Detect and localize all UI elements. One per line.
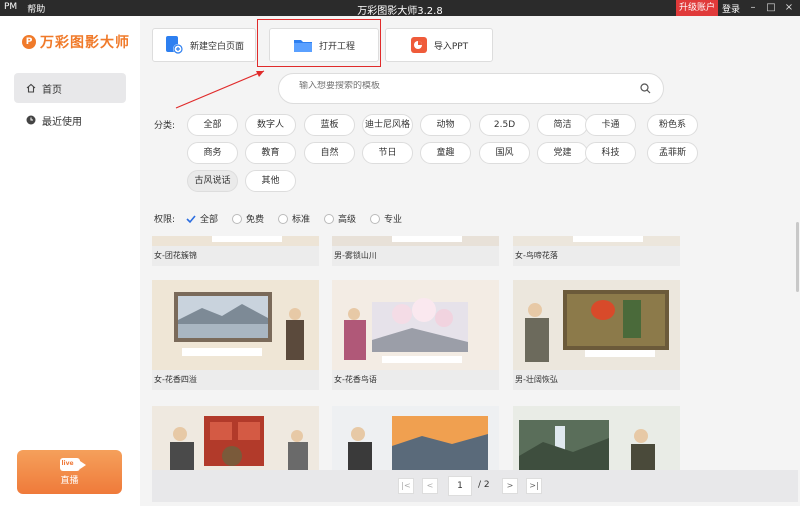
radio-circle (278, 213, 288, 224)
template-card[interactable]: 女-花香鸟语 (332, 280, 499, 390)
radio-circle (324, 213, 334, 224)
tag-animal[interactable]: 动物 (420, 114, 471, 136)
sidebar-item-recent[interactable]: 最近使用 (14, 105, 126, 135)
radio-circle (232, 213, 242, 224)
radio-standard[interactable]: 标准 (278, 212, 310, 225)
next-page-button[interactable]: > (502, 478, 518, 494)
home-icon (26, 83, 36, 93)
radio-label: 全部 (200, 215, 219, 225)
tag-party-building[interactable]: 党建 (537, 142, 588, 164)
logo-text: 万彩图影大师 (40, 35, 130, 51)
tag-simple[interactable]: 简洁 (537, 114, 588, 136)
sidebar-item-home[interactable]: 首页 (14, 73, 126, 103)
tag-festival[interactable]: 节日 (362, 142, 413, 164)
live-label: 直播 (60, 476, 79, 486)
sidebar-item-label: 首页 (42, 84, 62, 96)
scrollbar-thumb[interactable] (796, 222, 799, 292)
clock-icon (26, 115, 36, 125)
import-ppt-label: 导入PPT (433, 41, 469, 52)
tag-cartoon[interactable]: 卡通 (585, 114, 636, 136)
template-card[interactable]: 男-雾锁山川 (332, 236, 499, 266)
radio-free[interactable]: 免费 (232, 212, 264, 225)
prev-page-button[interactable]: < (422, 478, 438, 494)
maximize-button[interactable]: □ (762, 0, 780, 16)
highlight-box (257, 19, 381, 67)
template-title: 男-壮阔恢弘 (513, 370, 680, 390)
tag-childlike[interactable]: 童趣 (420, 142, 471, 164)
tag-digital-human[interactable]: 数字人 (245, 114, 296, 136)
title-bar: PM 帮助 万彩图影大师3.2.8 升级账户 登录 – □ × (0, 0, 800, 17)
tag-pink[interactable]: 粉色系 (647, 114, 698, 136)
template-title: 女-鸟啼花落 (513, 246, 680, 266)
radio-all[interactable]: 全部 (186, 212, 218, 225)
template-thumbnail (332, 236, 499, 246)
login-button[interactable]: 登录 (722, 2, 740, 15)
template-thumbnail (513, 280, 680, 370)
logo-mark: P (22, 35, 36, 49)
camera-icon: live (59, 458, 86, 471)
tag-technology[interactable]: 科技 (585, 142, 636, 164)
import-ppt-button[interactable]: 导入PPT (385, 28, 493, 62)
new-page-icon (165, 36, 183, 54)
search-icon[interactable] (640, 83, 651, 94)
live-stream-button[interactable]: live 直播 (17, 450, 122, 494)
new-blank-page-button[interactable]: 新建空白页面 (152, 28, 256, 62)
template-thumbnail (513, 236, 680, 246)
template-card[interactable]: 男-壮阔恢弘 (513, 280, 680, 390)
minimize-button[interactable]: – (744, 0, 762, 16)
template-title: 女-团花簇锦 (152, 246, 319, 266)
tag-memphis[interactable]: 孟菲斯 (647, 142, 698, 164)
annotation-arrow (175, 70, 265, 109)
last-page-button[interactable]: >| (526, 478, 542, 494)
total-pages: / 2 (478, 480, 490, 490)
tag-nature[interactable]: 自然 (304, 142, 355, 164)
first-page-button[interactable]: |< (398, 478, 414, 494)
ppt-icon (410, 37, 427, 53)
app-logo: P 万彩图影大师 (22, 32, 130, 52)
radio-professional[interactable]: 专业 (370, 212, 402, 225)
template-title: 男-雾锁山川 (332, 246, 499, 266)
current-page-input[interactable]: 1 (448, 476, 472, 496)
template-title: 女-花香鸟语 (332, 370, 499, 390)
template-thumbnail (152, 280, 319, 370)
tag-disney-style[interactable]: 迪士尼风格 (362, 114, 413, 136)
radio-label: 专业 (384, 215, 403, 225)
upgrade-account-button[interactable]: 升级账户 (676, 0, 718, 16)
radio-label: 标准 (292, 215, 311, 225)
search-input[interactable] (299, 81, 619, 91)
template-grid: 女-团花簇锦 男-雾锁山川 女-鸟啼花落 女-花香四溢 女-花香鸟语 男-壮阔恢… (152, 236, 682, 486)
tag-other[interactable]: 其他 (245, 170, 296, 192)
tag-chinese-style[interactable]: 国风 (479, 142, 530, 164)
tag-blue-board[interactable]: 蓝板 (304, 114, 355, 136)
permission-label: 权限: (154, 215, 176, 225)
radio-circle (370, 213, 380, 224)
live-badge: live (61, 460, 74, 467)
category-label: 分类: (154, 121, 176, 131)
template-card[interactable]: 女-鸟啼花落 (513, 236, 680, 266)
tag-education[interactable]: 教育 (245, 142, 296, 164)
search-bar[interactable] (278, 73, 664, 104)
sidebar-item-label: 最近使用 (42, 116, 82, 128)
sidebar: P 万彩图影大师 首页 最近使用 live 直播 (0, 16, 140, 506)
radio-premium[interactable]: 高级 (324, 212, 356, 225)
checkmark-icon (186, 214, 196, 223)
pagination: |< < 1 / 2 > >| (152, 470, 798, 502)
radio-label: 免费 (246, 215, 265, 225)
new-blank-label: 新建空白页面 (189, 41, 244, 52)
close-button[interactable]: × (780, 0, 798, 16)
template-title: 女-花香四溢 (152, 370, 319, 390)
tag-2-5d[interactable]: 2.5D (479, 114, 530, 136)
template-card[interactable]: 女-团花簇锦 (152, 236, 319, 266)
template-card[interactable]: 女-花香四溢 (152, 280, 319, 390)
template-thumbnail (332, 280, 499, 370)
radio-label: 高级 (338, 215, 357, 225)
tag-all[interactable]: 全部 (187, 114, 238, 136)
template-thumbnail (152, 236, 319, 246)
tag-business[interactable]: 商务 (187, 142, 238, 164)
tag-ancient-speech[interactable]: 古风说话 (187, 170, 238, 192)
main-content: 新建空白页面 打开工程 导入PPT 分类: 全部 数字人 蓝板 迪士尼风格 动物… (140, 16, 800, 506)
